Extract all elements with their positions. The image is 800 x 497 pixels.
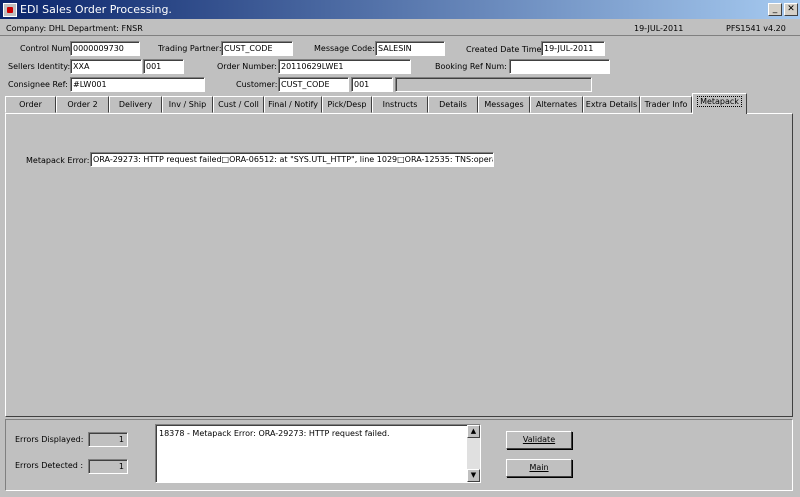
tab-order[interactable]: Order — [5, 96, 56, 113]
tab-instructs[interactable]: Instructs — [372, 96, 428, 113]
created-date-field[interactable]: 19-JUL-2011 — [541, 41, 605, 56]
order-number-field[interactable]: 20110629LWE1 — [278, 59, 411, 74]
tab-label: Delivery — [118, 100, 153, 109]
window-title: EDI Sales Order Processing. — [20, 3, 172, 16]
customer-name-field — [395, 77, 592, 92]
scroll-up-icon[interactable]: ▲ — [467, 425, 480, 438]
tab-messages[interactable]: Messages — [478, 96, 530, 113]
errors-detected-label: Errors Detected : — [15, 461, 84, 470]
tab-label: Alternates — [535, 100, 578, 109]
current-date: 19-JUL-2011 — [634, 24, 684, 33]
tab-order-2[interactable]: Order 2 — [56, 96, 109, 113]
errors-displayed-label: Errors Displayed: — [15, 435, 84, 444]
scroll-down-icon[interactable]: ▼ — [467, 469, 480, 482]
version-info: PFS1541 v4.20 — [726, 24, 786, 33]
tab-label: Order 2 — [67, 100, 98, 109]
minimize-icon[interactable]: _ — [768, 3, 782, 16]
company-info: Company: DHL Department: FNSR — [6, 24, 143, 33]
tab-pick-desp[interactable]: Pick/Desp — [322, 96, 372, 113]
booking-ref-label: Booking Ref Num: — [435, 62, 507, 71]
validate-button-label: Validate — [522, 435, 556, 444]
metapack-panel: Metapack Error: ORA-29273: HTTP request … — [5, 113, 793, 417]
customer-suffix-field[interactable]: 001 — [351, 77, 393, 92]
booking-ref-field[interactable] — [509, 59, 610, 74]
errors-displayed-field: 1 — [88, 432, 128, 447]
tab-label: Pick/Desp — [327, 100, 367, 109]
tab-label: Inv / Ship — [168, 100, 207, 109]
info-bar: Company: DHL Department: FNSR 19-JUL-201… — [0, 20, 800, 36]
title-bar: EDI Sales Order Processing. _ ✕ — [0, 0, 800, 19]
created-date-label: Created Date Time: — [466, 45, 545, 54]
error-message-text: 18378 - Metapack Error: ORA-29273: HTTP … — [159, 429, 390, 438]
customer-code-field[interactable]: CUST_CODE — [278, 77, 349, 92]
trading-partner-field[interactable]: CUST_CODE — [221, 41, 293, 56]
app-icon — [3, 2, 17, 17]
sellers-identity-suffix-field[interactable]: 001 — [143, 59, 184, 74]
tab-trader-info[interactable]: Trader Info — [640, 96, 692, 113]
tab-label: Cust / Coll — [218, 100, 259, 109]
main-button-label: Main — [529, 463, 549, 472]
tab-inv-ship[interactable]: Inv / Ship — [162, 96, 213, 113]
tab-label: Trader Info — [644, 100, 688, 109]
errors-detected-field: 1 — [88, 459, 128, 474]
control-num-label: Control Num: — [20, 44, 74, 53]
tab-final-notify[interactable]: Final / Notify — [264, 96, 322, 113]
message-scrollbar[interactable]: ▲ ▼ — [467, 425, 480, 482]
tab-details[interactable]: Details — [428, 96, 478, 113]
tab-metapack[interactable]: Metapack — [692, 93, 747, 114]
tab-label: Extra Details — [585, 100, 638, 109]
close-icon[interactable]: ✕ — [784, 3, 798, 16]
tab-label: Messages — [484, 100, 524, 109]
tab-extra-details[interactable]: Extra Details — [583, 96, 640, 113]
order-number-label: Order Number: — [217, 62, 277, 71]
metapack-error-field[interactable]: ORA-29273: HTTP request failed□ORA-06512… — [90, 152, 494, 167]
tab-delivery[interactable]: Delivery — [109, 96, 162, 113]
consignee-ref-field[interactable]: #LW001 — [70, 77, 205, 92]
validate-button[interactable]: Validate — [506, 431, 572, 449]
tab-label: Instructs — [382, 100, 418, 109]
metapack-error-label: Metapack Error: — [26, 156, 90, 165]
tab-alternates[interactable]: Alternates — [530, 96, 583, 113]
customer-label: Customer: — [236, 80, 278, 89]
sellers-identity-label: Sellers Identity: — [8, 62, 71, 71]
main-button[interactable]: Main — [506, 459, 572, 477]
consignee-ref-label: Consignee Ref: — [8, 80, 68, 89]
control-num-field[interactable]: 0000009730 — [70, 41, 140, 56]
tab-cust-coll[interactable]: Cust / Coll — [213, 96, 264, 113]
tab-label: Order — [19, 100, 42, 109]
tab-label: Metapack — [697, 96, 742, 107]
error-message-box[interactable]: 18378 - Metapack Error: ORA-29273: HTTP … — [155, 424, 481, 483]
tab-label: Details — [439, 100, 467, 109]
tab-label: Final / Notify — [268, 100, 318, 109]
message-code-label: Message Code: — [314, 44, 375, 53]
message-code-field[interactable]: SALESIN — [375, 41, 445, 56]
sellers-identity-field[interactable]: XXA — [70, 59, 142, 74]
trading-partner-label: Trading Partner: — [158, 44, 222, 53]
